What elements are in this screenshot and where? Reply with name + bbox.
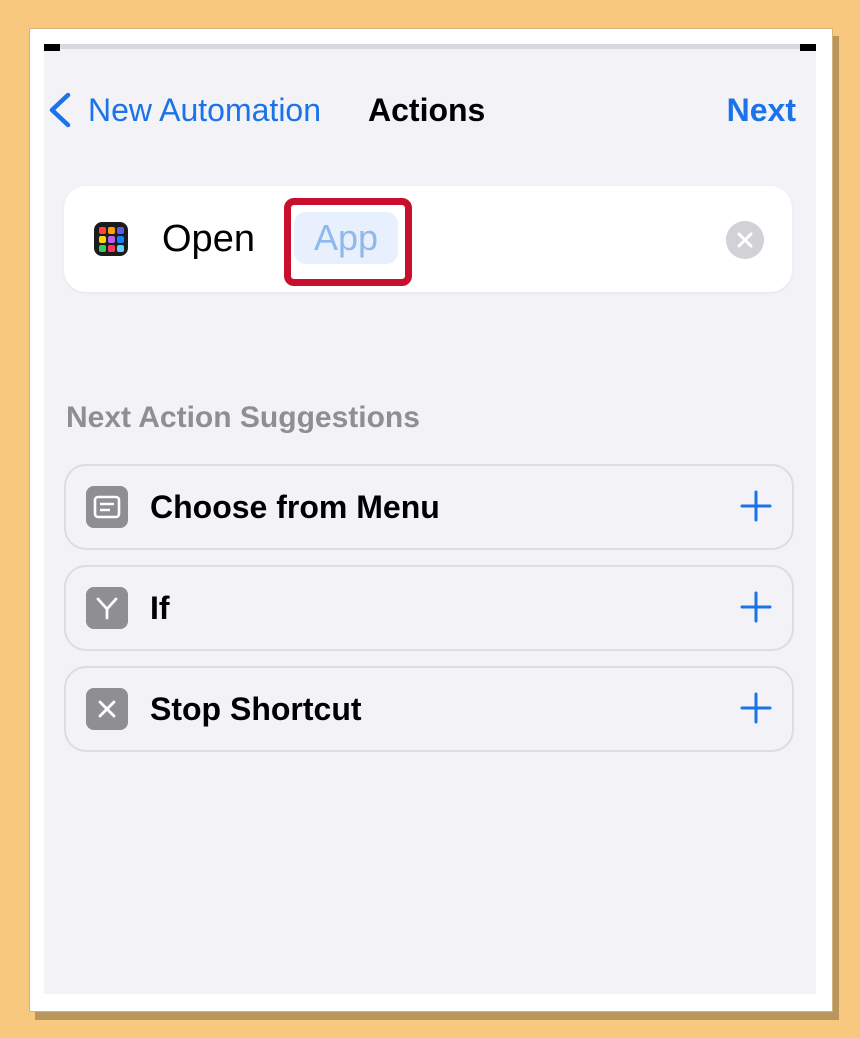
stop-icon <box>86 688 128 730</box>
status-bar-edge <box>44 44 816 49</box>
navigation-bar: New Automation Actions Next <box>44 86 816 132</box>
device-corner-left <box>44 44 60 51</box>
suggestion-label: If <box>150 590 170 626</box>
suggestion-if[interactable]: If <box>64 565 794 651</box>
add-icon[interactable] <box>738 690 774 726</box>
open-app-action-card[interactable]: Open App <box>64 186 792 292</box>
add-icon[interactable] <box>738 589 774 625</box>
branch-icon <box>86 587 128 629</box>
menu-icon <box>86 486 128 528</box>
action-verb-label: Open <box>162 218 255 260</box>
suggestion-label: Stop Shortcut <box>150 691 362 727</box>
device-corner-right <box>800 44 816 51</box>
app-grid-icon <box>94 222 128 256</box>
remove-action-icon[interactable] <box>726 221 764 259</box>
chevron-left-icon[interactable] <box>46 90 74 130</box>
add-icon[interactable] <box>738 488 774 524</box>
page-title: Actions <box>368 92 486 128</box>
suggestion-label: Choose from Menu <box>150 489 440 525</box>
next-button[interactable]: Next <box>727 90 796 130</box>
annotation-highlight-box <box>284 198 412 286</box>
suggestion-choose-from-menu[interactable]: Choose from Menu <box>64 464 794 550</box>
back-button[interactable]: New Automation <box>88 90 321 130</box>
shortcuts-screen: New Automation Actions Next Open App Nex… <box>44 44 816 994</box>
suggestion-stop-shortcut[interactable]: Stop Shortcut <box>64 666 794 752</box>
suggestions-header: Next Action Suggestions <box>66 401 420 434</box>
